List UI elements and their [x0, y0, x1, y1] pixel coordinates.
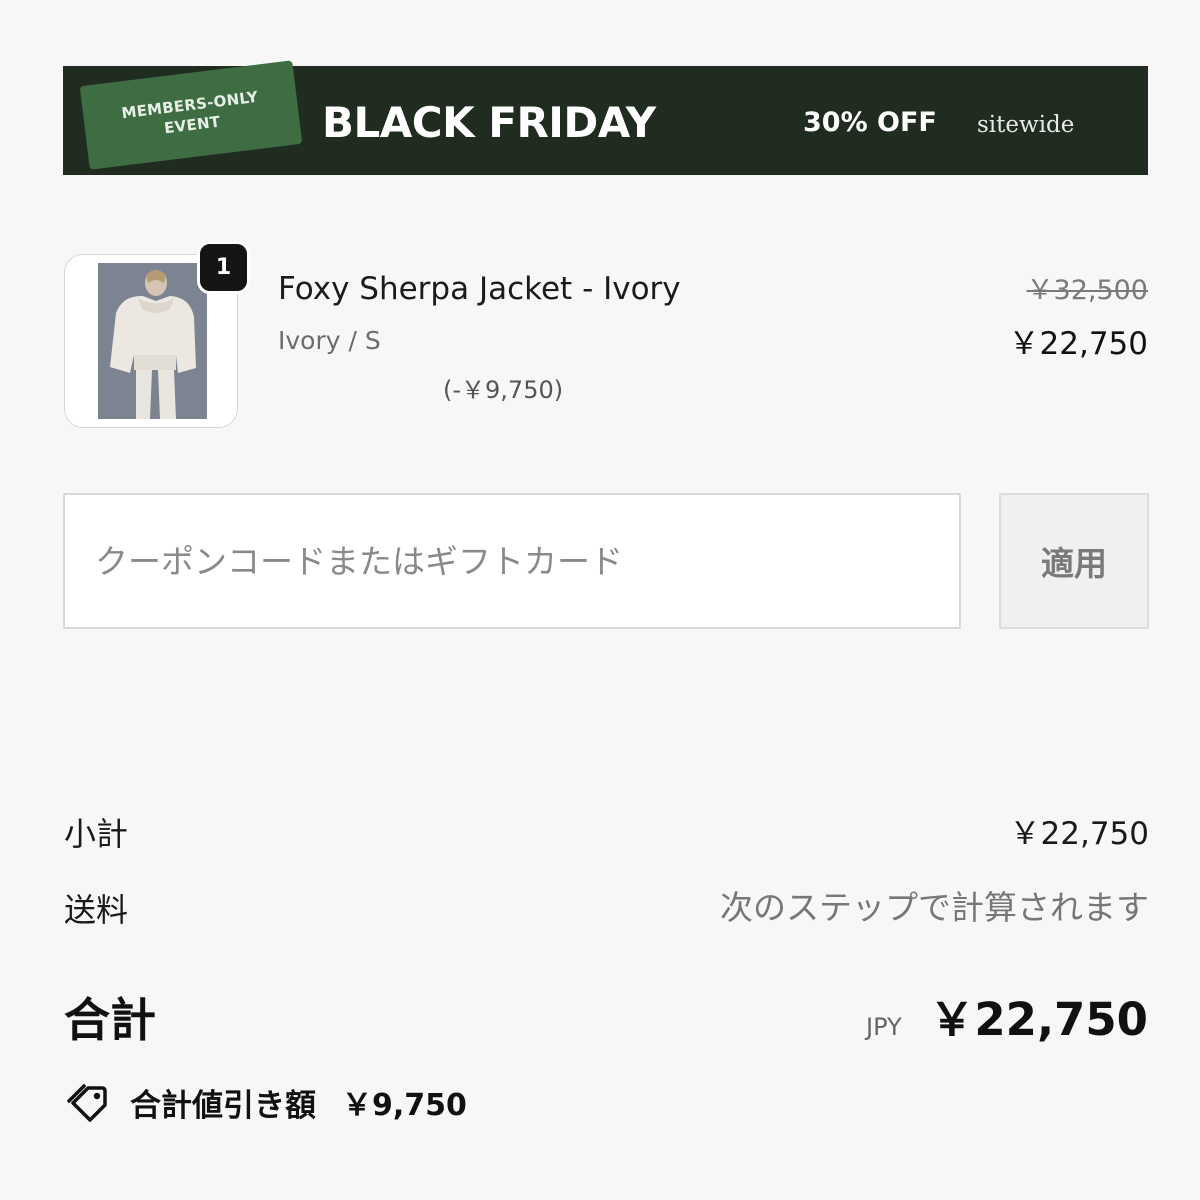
total-label: 合計 [64, 993, 156, 1047]
product-variant: Ivory / S [278, 326, 381, 355]
coupon-code-input[interactable] [63, 493, 961, 629]
shipping-label: 送料 [64, 891, 129, 929]
total-savings-row: 合計値引き額 ￥9,750 [64, 1078, 467, 1126]
product-name: Foxy Sherpa Jacket - Ivory [278, 271, 681, 307]
banner-offer-suffix: sitewide [977, 112, 1075, 138]
shipping-value: 次のステップで計算されます [720, 888, 1149, 927]
model-wearing-jacket-image [98, 263, 207, 419]
tag-icon [67, 1084, 107, 1122]
total-savings-label: 合計値引き額 [130, 1087, 316, 1124]
total-value: ￥22,750 [929, 993, 1148, 1046]
quantity-badge: 1 [197, 241, 250, 294]
original-price: ￥32,500 [1026, 275, 1148, 306]
apply-coupon-button[interactable]: 適用 [999, 493, 1149, 629]
sale-price: ￥22,750 [1008, 326, 1148, 362]
currency-code: JPY [866, 1013, 902, 1041]
subtotal-value: ￥22,750 [1009, 816, 1149, 852]
product-image [98, 263, 207, 419]
members-only-badge-text: MEMBERS-ONLY EVENT [120, 87, 260, 138]
subtotal-label: 小計 [64, 815, 129, 853]
banner-title: BLACK FRIDAY [322, 98, 656, 147]
checkout-order-summary: MEMBERS-ONLY EVENT BLACK FRIDAY 30% OFF … [0, 0, 1200, 1200]
banner-offer: 30% OFF [803, 107, 937, 138]
total-savings-value: ￥9,750 [342, 1088, 467, 1123]
product-discount-amount: (-￥9,750) [443, 376, 564, 404]
